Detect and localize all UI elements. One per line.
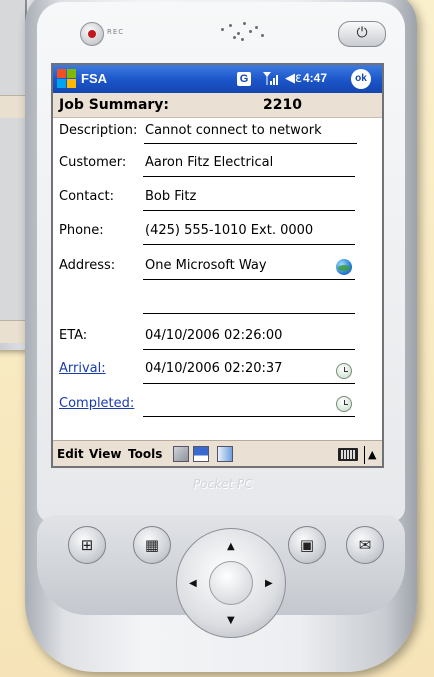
dpad-center-button[interactable]	[209, 561, 253, 605]
completed-underline	[143, 416, 355, 417]
contact-field[interactable]: Bob Fitz	[145, 189, 196, 204]
phone-field[interactable]: (425) 555-1010 Ext. 0000	[145, 223, 313, 238]
address-field[interactable]: One Microsoft Way	[145, 258, 267, 273]
record-label: REC	[107, 28, 125, 36]
phone-label: Phone:	[59, 223, 104, 238]
arrival-field[interactable]: 04/10/2006 02:20:37	[145, 361, 282, 376]
send-icon[interactable]	[217, 446, 233, 462]
device-screen: FSA G ◀ε 4:47 ok Job Summary: 2210 Descr…	[51, 63, 384, 468]
calendar-button-icon[interactable]: ▦	[133, 526, 171, 564]
arrival-link[interactable]: Arrival:	[59, 361, 106, 376]
dpad-up-icon[interactable]: ▲	[227, 541, 235, 552]
map-globe-icon[interactable]	[336, 259, 352, 275]
customer-field[interactable]: Aaron Fitz Electrical	[145, 155, 273, 170]
directional-pad[interactable]: ▲ ▼ ◀ ▶	[176, 528, 286, 638]
arrival-clock-icon[interactable]	[336, 363, 352, 379]
address-line2-underline	[143, 313, 355, 314]
menu-view[interactable]: View	[89, 447, 121, 461]
export-icon[interactable]	[173, 446, 189, 462]
app-title: FSA	[81, 71, 107, 86]
contact-label: Contact:	[59, 189, 114, 204]
background-device-screen	[0, 0, 27, 343]
description-field[interactable]: Cannot connect to network	[145, 123, 322, 138]
description-label: Description:	[59, 123, 138, 138]
background-bar	[0, 320, 25, 343]
contacts-button-icon[interactable]: ▣	[288, 526, 326, 564]
dpad-left-icon[interactable]: ◀	[189, 578, 197, 589]
job-number: 2210	[263, 97, 302, 113]
phone-underline	[143, 244, 355, 245]
start-menu-icon[interactable]	[57, 69, 77, 89]
address-underline	[143, 279, 355, 280]
power-button[interactable]: ⏻	[338, 21, 386, 47]
customer-label: Customer:	[59, 155, 127, 170]
save-icon[interactable]	[193, 446, 209, 462]
clock-time[interactable]: 4:47	[303, 71, 327, 85]
dpad-down-icon[interactable]: ▼	[227, 615, 235, 626]
contact-underline	[143, 210, 355, 211]
background-bar	[0, 95, 25, 118]
title-bar: FSA G ◀ε 4:47 ok	[53, 65, 382, 93]
description-underline	[144, 143, 357, 144]
speaker-icon[interactable]: ◀ε	[285, 71, 302, 86]
eta-underline	[143, 349, 355, 350]
brand-label: Pocket PC	[193, 477, 253, 491]
completed-link[interactable]: Completed:	[59, 396, 134, 411]
eta-label: ETA:	[59, 328, 88, 343]
keyboard-icon[interactable]	[338, 448, 358, 461]
customer-underline	[143, 176, 355, 177]
dpad-right-icon[interactable]: ▶	[265, 578, 273, 589]
menu-bar: Edit View Tools ▲	[53, 440, 382, 466]
signal-icon[interactable]	[262, 70, 282, 88]
address-label: Address:	[59, 258, 116, 273]
completed-clock-icon[interactable]	[336, 396, 352, 412]
eta-field[interactable]: 04/10/2006 02:26:00	[145, 328, 282, 343]
speaker-grille	[213, 18, 273, 44]
inbox-button-icon[interactable]: ✉	[346, 526, 384, 564]
arrival-underline	[143, 383, 355, 384]
menu-edit[interactable]: Edit	[57, 447, 84, 461]
windows-button-icon[interactable]: ⊞	[68, 526, 106, 564]
record-button[interactable]	[80, 22, 104, 46]
g-status-icon[interactable]: G	[237, 72, 251, 86]
job-summary-header: Job Summary: 2210	[53, 93, 382, 118]
menu-tools[interactable]: Tools	[128, 447, 162, 461]
ok-button[interactable]: ok	[351, 69, 371, 89]
job-summary-label: Job Summary:	[59, 97, 170, 113]
input-panel-arrow-icon[interactable]: ▲	[364, 446, 376, 464]
